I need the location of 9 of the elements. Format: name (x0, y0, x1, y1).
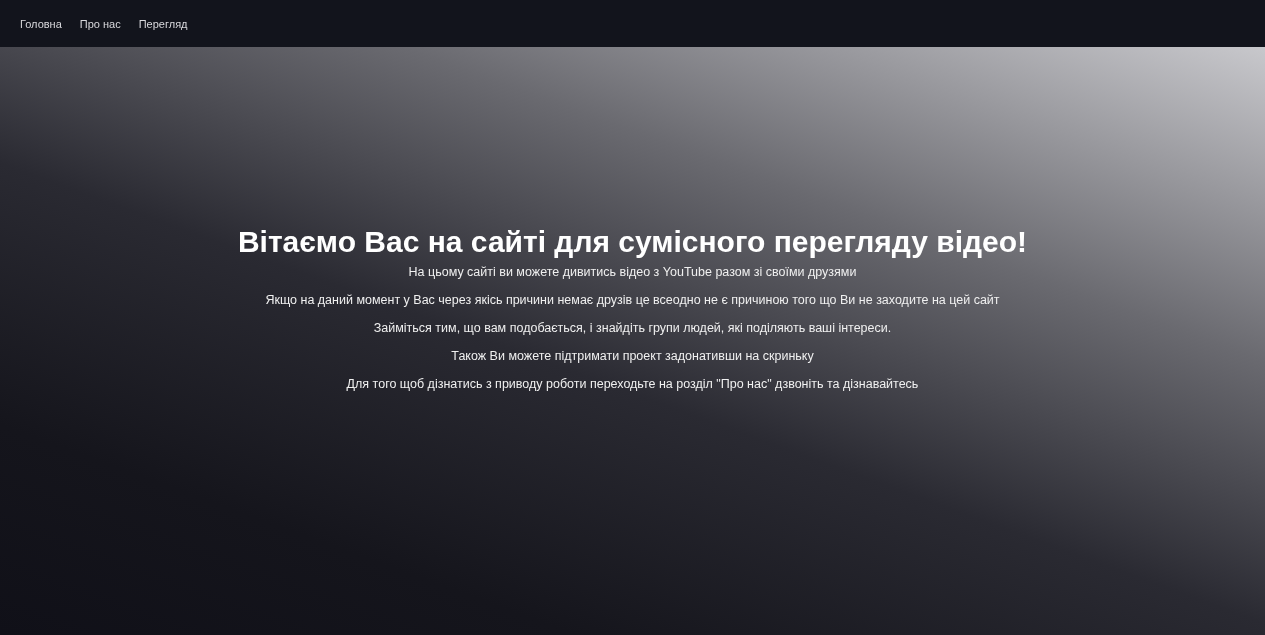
hero-paragraph: Також Ви можете підтримати проект задонативши на скриньку (451, 349, 814, 363)
hero-title: Вітаємо Вас на сайті для сумісного перегляду відео! (237, 225, 1028, 259)
hero-paragraph: На цьому сайті ви можете дивитись відео з YouTube разом зі своїми друзями (408, 265, 857, 279)
hero-paragraph: Якщо на даний момент у Вас через якісь причини немає друзів це всеодно не є причиною того що Ви не заходите на цей сайт (265, 293, 1000, 307)
nav-link[interactable]: Головна (20, 17, 62, 30)
nav-link[interactable]: Про нас (79, 17, 121, 30)
hero-paragraph: Для того щоб дізнатись з приводу роботи переходьте на розділ "Про нас" дзвоніть та дізнавайтесь (346, 377, 919, 391)
nav-link[interactable]: Перегляд (138, 17, 188, 30)
hero-paragraph: Займіться тим, що вам подобається, і знайдіть групи людей, які поділяють ваші інтереси. (373, 321, 892, 335)
